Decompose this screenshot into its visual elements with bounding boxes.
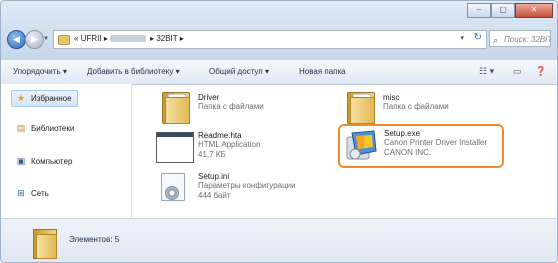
file-name: Setup.ini [198,172,230,181]
search-icon: ⌕ [493,35,499,45]
navigation-pane: ★ Избранное ▤ Библиотеки ▣ Компьютер ⊞ Сеть [1,84,132,218]
search-placeholder: Поиск: 32BIT [504,35,551,44]
hta-file-icon [156,132,194,163]
sidebar-item-label: Сеть [31,189,49,198]
address-dropdown-icon[interactable]: ▾ [460,34,464,42]
file-type: Папка с файлами [198,102,264,111]
folder-icon [162,92,190,124]
highlight-frame [338,124,504,168]
close-button[interactable]: ✕ [515,3,553,18]
breadcrumb-separator[interactable]: ▸ [104,34,108,43]
file-size: 444 байт [198,191,231,200]
command-bar: Упорядочить ▾ Добавить в библиотеку ▾ Об… [1,59,557,85]
breadcrumb-item-32bit[interactable]: 32BIT [156,34,177,43]
breadcrumb-item-blurred[interactable] [110,35,147,43]
folder-icon [347,92,375,124]
preview-pane-icon[interactable]: ▭ [513,66,522,77]
file-name: Driver [198,93,220,102]
add-to-library-button[interactable]: Добавить в библиотеку ▾ [87,67,180,76]
breadcrumb-separator[interactable]: ▸ [180,34,184,43]
refresh-icon[interactable]: ↻ [474,32,482,43]
forward-button[interactable]: ▶ [25,30,44,49]
file-name: misc [383,93,400,102]
breadcrumb-separator[interactable]: ▸ [150,34,154,43]
file-type: Параметры конфигурации [198,181,296,190]
breadcrumb-overflow[interactable]: « [74,34,78,43]
new-folder-button[interactable]: Новая папка [299,67,346,76]
address-row: ◀ ▶ ▼ « UFRII ▸ ▸ 32BIT ▸ ▾ ↻ ⌕ Поиск: 3… [1,27,557,51]
star-icon: ★ [16,93,26,103]
network-icon: ⊞ [17,188,25,198]
computer-icon: ▣ [16,156,26,166]
caption-buttons: – ▢ ✕ [467,3,553,18]
ini-config-icon [161,173,185,201]
sidebar-item-network[interactable]: ⊞ Сеть [15,188,49,199]
address-bar[interactable]: « UFRII ▸ ▸ 32BIT ▸ ▾ ↻ [53,30,487,49]
folder-icon [58,35,70,45]
sidebar-item-libraries[interactable]: ▤ Библиотеки [15,123,75,134]
search-input[interactable]: ⌕ Поиск: 32BIT [489,30,551,47]
recent-pages-dropdown[interactable]: ▼ [43,36,49,42]
details-pane: Элементов: 5 [1,218,557,262]
title-bar: – ▢ ✕ ◀ ▶ ▼ « UFRII ▸ ▸ 32BIT ▸ ▾ ↻ ⌕ По… [1,1,557,59]
share-button[interactable]: Общий доступ ▾ [209,67,269,76]
breadcrumb: « UFRII ▸ ▸ 32BIT ▸ [74,34,184,43]
back-button[interactable]: ◀ [7,30,26,49]
file-type: HTML Application [198,140,261,149]
file-size: 41,7 КБ [198,150,226,159]
sidebar-item-favorites[interactable]: ★ Избранное [11,90,78,107]
folder-icon [33,229,57,259]
file-type: Папка с файлами [383,102,449,111]
minimize-button[interactable]: – [467,3,491,18]
view-options-icon[interactable]: ☷ ▾ [479,66,494,77]
item-count: Элементов: 5 [69,235,120,244]
organize-button[interactable]: Упорядочить ▾ [13,67,67,76]
breadcrumb-item-ufrii[interactable]: UFRII [81,34,102,43]
file-name: Readme.hta [198,131,242,140]
maximize-button[interactable]: ▢ [491,3,515,18]
help-icon[interactable]: ❓ [535,66,546,77]
sidebar-item-computer[interactable]: ▣ Компьютер [15,156,73,167]
libraries-icon: ▤ [16,123,26,133]
sidebar-item-label: Библиотеки [31,124,75,133]
sidebar-item-label: Компьютер [31,157,73,166]
explorer-window: – ▢ ✕ ◀ ▶ ▼ « UFRII ▸ ▸ 32BIT ▸ ▾ ↻ ⌕ По… [0,0,558,263]
sidebar-item-label: Избранное [31,94,72,103]
